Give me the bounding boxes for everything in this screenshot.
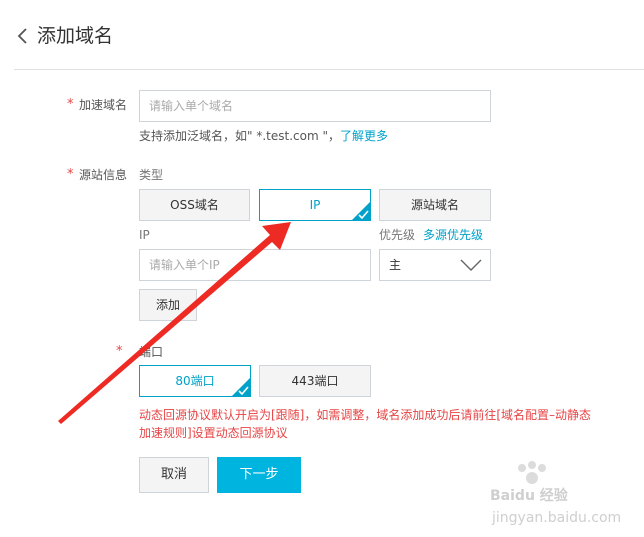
watermark-url: jingyan.baidu.com [491, 510, 621, 526]
domain-help-text: 支持添加泛域名，如" *.test.com "， [139, 129, 340, 143]
protocol-warning-line-2: 加速规则]设置动态回源协议 [139, 426, 288, 440]
origin-label: 源站信息 [79, 168, 128, 182]
header-divider [14, 69, 644, 70]
domain-input-placeholder: 请输入单个域名 [149, 99, 234, 113]
cancel-button-label: 取消 [160, 467, 187, 482]
required-mark: * [67, 167, 74, 182]
port-option-label: 443端口 [291, 374, 339, 388]
cancel-button[interactable]: 取消 [139, 457, 209, 493]
chevron-down-icon [460, 259, 482, 271]
type-option-oss-domain[interactable]: OSS域名 [139, 189, 250, 221]
type-label: 类型 [139, 168, 164, 182]
ip-input[interactable]: 请输入单个IP [139, 249, 371, 281]
port-option-label: 80端口 [175, 374, 215, 388]
domain-input[interactable]: 请输入单个域名 [139, 90, 491, 122]
port-option-80[interactable]: 80端口 [139, 365, 251, 397]
type-option-label: 源站域名 [410, 198, 459, 212]
back-chevron-icon[interactable] [14, 26, 32, 46]
type-option-label: IP [309, 198, 321, 212]
type-option-ip[interactable]: IP [259, 189, 371, 221]
baidu-watermark-logo: Baidu 经验 jingyan.baidu.com [490, 461, 621, 526]
checkmark-icon [358, 210, 369, 219]
domain-help: 支持添加泛域名，如" *.test.com "，了解更多 [139, 128, 388, 144]
required-mark: * [67, 97, 74, 112]
page-title: 添加域名 [37, 25, 114, 47]
watermark-brand: Baidu 经验 [490, 487, 569, 504]
type-option-label: OSS域名 [170, 198, 219, 212]
ip-input-placeholder: 请输入单个IP [149, 258, 220, 272]
next-step-button[interactable]: 下一步 [217, 457, 301, 493]
add-ip-button[interactable]: 添加 [139, 289, 197, 321]
learn-more-link[interactable]: 了解更多 [340, 129, 388, 143]
multi-origin-priority-link[interactable]: 多源优先级 [423, 227, 483, 243]
add-ip-button-label: 添加 [155, 298, 180, 312]
priority-value: 主 [389, 258, 402, 272]
domain-label: 加速域名 [79, 98, 128, 112]
protocol-warning-line-1: 动态回源协议默认开启为[跟随]，如需调整，域名添加成功后请前往[域名配置–动静态 [139, 408, 592, 422]
ip-label: IP [139, 228, 150, 242]
priority-select[interactable]: 主 [379, 249, 491, 281]
priority-label: 优先级 [379, 228, 416, 242]
next-step-button-label: 下一步 [239, 467, 279, 482]
checkmark-icon [238, 386, 249, 395]
port-option-443[interactable]: 443端口 [259, 365, 371, 397]
port-label: 端口 [139, 345, 164, 359]
required-mark: * [116, 344, 123, 359]
type-option-origin-domain[interactable]: 源站域名 [379, 189, 491, 221]
